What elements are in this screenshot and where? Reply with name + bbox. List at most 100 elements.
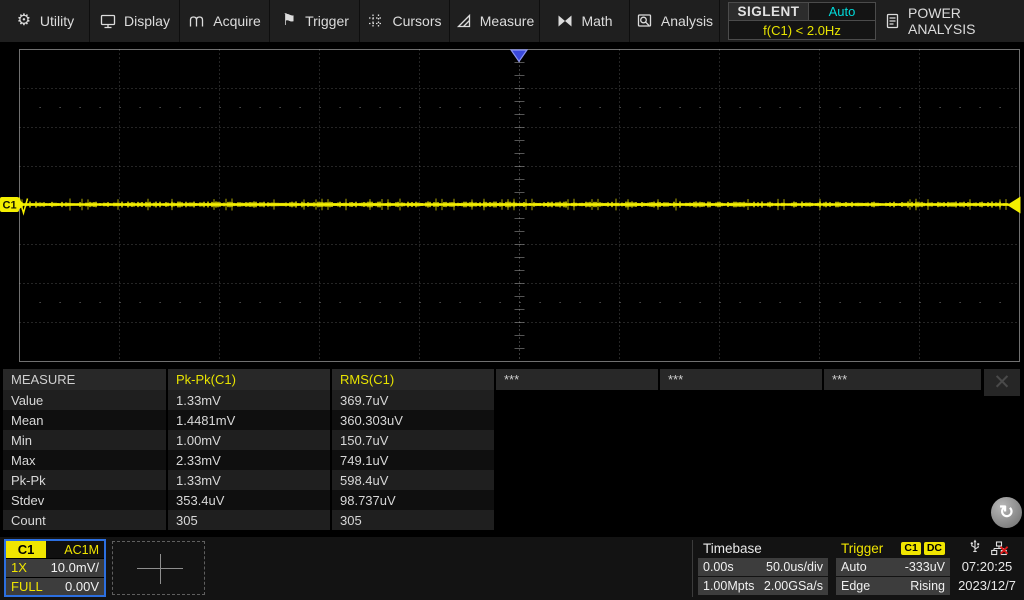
close-icon[interactable]: ✕ <box>984 369 1020 396</box>
row-value: 369.7uV <box>332 390 494 410</box>
menu-analysis-label: Analysis <box>661 13 713 29</box>
measure-row-stdev: Stdev 353.4uV 98.737uV <box>3 490 1021 510</box>
menu-math[interactable]: Math <box>540 0 630 42</box>
oscilloscope-screen: ⚙ Utility Display Acquire ⚑ Trigger Curs… <box>0 0 1024 600</box>
acquisition-mode: Auto <box>809 3 875 20</box>
row-label: Stdev <box>3 490 166 510</box>
measure-col-rms[interactable]: RMS(C1) <box>332 369 494 390</box>
trigger-frequency: f(C1) < 2.0Hz <box>729 21 875 39</box>
measure-header-row: MEASURE Pk-Pk(C1) RMS(C1) *** *** *** <box>3 369 1021 390</box>
timebase-panel[interactable]: Timebase 0.00s 50.0us/div 1.00Mpts 2.00G… <box>698 539 828 595</box>
timebase-title: Timebase <box>703 541 762 556</box>
measure-panel: MEASURE Pk-Pk(C1) RMS(C1) *** *** *** Va… <box>3 369 1021 530</box>
row-value: 305 <box>332 510 494 530</box>
measure-col-empty-3[interactable]: *** <box>824 369 981 390</box>
trigger-slope: Rising <box>910 579 945 593</box>
lan-disconnected-icon: ✕ <box>991 541 1007 556</box>
channel-probe: 1X <box>11 560 27 575</box>
menu-display[interactable]: Display <box>90 0 180 42</box>
menu-acquire-label: Acquire <box>213 13 260 29</box>
trigger-coupling-badge: DC <box>924 542 945 555</box>
row-value: 598.4uV <box>332 470 494 490</box>
menu-math-label: Math <box>581 13 612 29</box>
document-icon <box>884 12 901 30</box>
math-icon <box>556 12 574 30</box>
row-label: Value <box>3 390 166 410</box>
row-label: Max <box>3 450 166 470</box>
menu-cursors-label: Cursors <box>392 13 441 29</box>
row-value: 98.737uV <box>332 490 494 510</box>
waveform-display[interactable]: C1 <box>0 47 1024 365</box>
trigger-type: Edge <box>841 579 870 593</box>
menu-measure[interactable]: Measure <box>450 0 540 42</box>
row-value: 353.4uV <box>168 490 330 510</box>
system-status-area: ✕ 07:20:25 2023/12/7 <box>953 539 1021 597</box>
menu-display-label: Display <box>124 13 170 29</box>
channel-name-badge: C1 <box>6 541 46 558</box>
measure-col-empty-1[interactable]: *** <box>496 369 658 390</box>
trigger-level: -333uV <box>905 560 945 574</box>
row-label: Count <box>3 510 166 530</box>
menu-trigger-label: Trigger <box>305 13 349 29</box>
trigger-panel[interactable]: Trigger C1 DC Auto -333uV Edge Rising <box>836 539 950 595</box>
menu-power-analysis[interactable]: POWER ANALYSIS <box>884 0 1024 42</box>
siglent-logo: SIGLENT <box>729 3 809 20</box>
power-analysis-label: POWER ANALYSIS <box>908 5 1024 37</box>
trigger-source-badge: C1 <box>901 542 920 555</box>
measure-icon <box>455 12 473 30</box>
menu-utility-label: Utility <box>40 13 74 29</box>
crosshair-icon <box>160 554 161 584</box>
timebase-memory: 1.00Mpts <box>703 579 754 593</box>
measure-row-pkpk: Pk-Pk 1.33mV 598.4uV <box>3 470 1021 490</box>
row-value: 2.33mV <box>168 450 330 470</box>
c1-offset-marker[interactable]: C1 <box>0 197 25 212</box>
trigger-position-marker[interactable] <box>511 50 527 62</box>
row-value: 1.4481mV <box>168 410 330 430</box>
channel-bandwidth: FULL <box>11 579 43 594</box>
cursors-icon <box>367 12 385 30</box>
channel-coupling: AC1M <box>46 541 104 558</box>
divider <box>692 540 693 597</box>
row-value: 150.7uV <box>332 430 494 450</box>
menu-acquire[interactable]: Acquire <box>180 0 270 42</box>
row-label: Pk-Pk <box>3 470 166 490</box>
measure-row-max: Max 2.33mV 749.1uV <box>3 450 1021 470</box>
measure-col-pkpk[interactable]: Pk-Pk(C1) <box>168 369 330 390</box>
menu-analysis[interactable]: Analysis <box>630 0 720 42</box>
row-value: 305 <box>168 510 330 530</box>
menu-trigger[interactable]: ⚑ Trigger <box>270 0 360 42</box>
measure-row-count: Count 305 305 <box>3 510 1021 530</box>
usb-icon <box>968 538 982 559</box>
timebase-delay: 0.00s <box>703 560 734 574</box>
c1-trace[interactable] <box>19 198 1008 214</box>
bottom-status-bar: C1 AC1M 1X 10.0mV/ FULL 0.00V Timebase 0… <box>0 537 1024 600</box>
clock-date: 2023/12/7 <box>958 576 1016 595</box>
menu-utility[interactable]: ⚙ Utility <box>0 0 90 42</box>
menu-cursors[interactable]: Cursors <box>360 0 450 42</box>
timebase-scale: 50.0us/div <box>766 560 823 574</box>
gear-icon: ⚙ <box>15 12 33 30</box>
trigger-level-marker[interactable] <box>1007 197 1021 214</box>
channel-scale: 10.0mV/ <box>51 560 99 575</box>
measure-col-empty-2[interactable]: *** <box>660 369 822 390</box>
measure-row-min: Min 1.00mV 150.7uV <box>3 430 1021 450</box>
acquire-icon <box>188 12 206 30</box>
measure-row-mean: Mean 1.4481mV 360.303uV <box>3 410 1021 430</box>
row-value: 1.33mV <box>168 390 330 410</box>
lan-error-x: ✕ <box>999 543 1010 559</box>
row-value: 1.00mV <box>168 430 330 450</box>
row-label: Min <box>3 430 166 450</box>
row-value: 1.33mV <box>168 470 330 490</box>
channel-offset: 0.00V <box>65 579 99 594</box>
rotate-gesture-icon[interactable]: ↻ <box>991 497 1022 528</box>
trigger-status-box[interactable]: SIGLENT Auto f(C1) < 2.0Hz <box>728 2 876 40</box>
measure-col-title: MEASURE <box>3 369 166 390</box>
analysis-icon <box>636 12 654 30</box>
channel-descriptor-c1[interactable]: C1 AC1M 1X 10.0mV/ FULL 0.00V <box>4 539 106 597</box>
row-value: 749.1uV <box>332 450 494 470</box>
row-value: 360.303uV <box>332 410 494 430</box>
c1-offset-label: C1 <box>3 200 17 212</box>
trigger-mode: Auto <box>841 560 867 574</box>
add-channel-slot[interactable] <box>112 541 205 595</box>
row-label: Mean <box>3 410 166 430</box>
